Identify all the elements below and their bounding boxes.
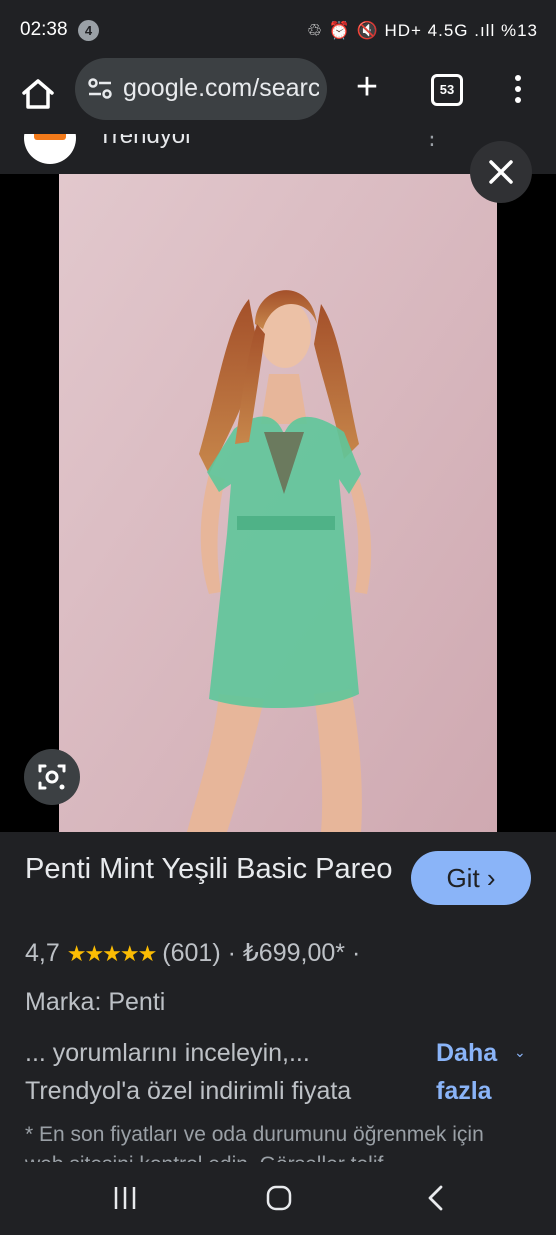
new-tab-button[interactable]: + — [350, 68, 384, 106]
visit-button[interactable]: Git › — [411, 851, 531, 905]
source-logo-mark — [34, 134, 66, 140]
home-icon[interactable] — [18, 74, 58, 114]
recent-apps-icon[interactable] — [112, 1185, 138, 1211]
product-info-panel: Penti Mint Yeşili Basic Pareo Git › 4,7 … — [0, 832, 556, 1162]
image-viewer — [0, 174, 556, 832]
product-description: ... yorumlarını inceleyin,... Trendyol'a… — [25, 1039, 352, 1105]
price: · ₺699,00* · — [227, 939, 361, 967]
more-link[interactable]: Daha fazla — [436, 1034, 516, 1110]
status-icons: ♲ ⏰ 🔇 HD+ 4.5G .ıll %13 — [307, 21, 538, 41]
rating-price-line: 4,7 ★★★★★ (601) · ₺699,00* · — [25, 938, 360, 968]
close-viewer-button[interactable] — [470, 141, 532, 203]
system-nav-bar — [0, 1162, 556, 1235]
model-in-pareo-image — [59, 174, 497, 832]
source-options-icon[interactable]: ⋮ — [421, 134, 443, 150]
price-disclaimer: * En son fiyatları ve oda durumunu öğren… — [25, 1123, 484, 1162]
status-time: 02:38 — [20, 19, 68, 40]
source-name[interactable]: Trendyol — [98, 134, 190, 150]
product-title[interactable]: Penti Mint Yeşili Basic Pareo — [25, 850, 395, 889]
notification-count-badge: 4 — [78, 20, 99, 41]
rating-value: 4,7 — [25, 939, 60, 967]
battery-level: %13 — [500, 21, 538, 40]
chevron-down-icon[interactable]: ⌄ — [514, 1044, 526, 1061]
back-icon[interactable] — [425, 1184, 447, 1212]
more-menu-icon[interactable] — [508, 72, 528, 106]
site-settings-icon[interactable] — [87, 77, 113, 101]
home-nav-icon[interactable] — [265, 1184, 293, 1212]
address-bar[interactable]: google.com/search — [75, 58, 327, 120]
rating-stars: ★★★★★ — [66, 941, 158, 966]
system-status-icons: ♲ ⏰ 🔇 HD+ 4.5G .ıll — [306, 21, 496, 40]
close-icon — [489, 160, 513, 184]
browser-toolbar: google.com/search + 53 — [0, 58, 556, 135]
product-photo[interactable] — [59, 174, 497, 832]
url-text[interactable]: google.com/search — [123, 74, 319, 103]
google-lens-button[interactable] — [24, 749, 80, 805]
brand-label: Marka: Penti — [25, 988, 166, 1016]
tab-switcher-button[interactable]: 53 — [431, 74, 463, 106]
lens-icon — [38, 764, 66, 790]
status-bar: 02:38 4 ♲ ⏰ 🔇 HD+ 4.5G .ıll %13 — [0, 0, 556, 62]
review-count: (601) — [162, 939, 221, 967]
source-logo[interactable] — [24, 134, 76, 164]
